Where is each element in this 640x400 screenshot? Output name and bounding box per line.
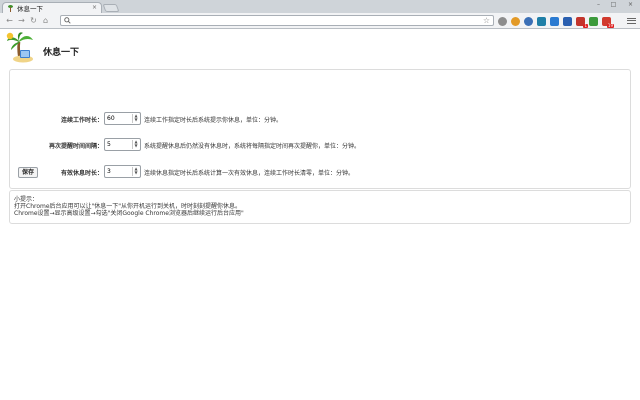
reload-button[interactable]: ↻: [28, 15, 39, 27]
maximize-button[interactable]: □: [606, 0, 621, 9]
puzzle-icon[interactable]: [498, 16, 507, 26]
teal-refresh-icon[interactable]: [537, 16, 546, 26]
rest-duration-input[interactable]: [105, 166, 131, 177]
extension-badge: 19: [606, 22, 614, 28]
green-leaf-icon[interactable]: [589, 16, 598, 26]
work-duration-input[interactable]: [105, 113, 131, 124]
save-button[interactable]: 保存: [18, 167, 39, 178]
tab-close-icon[interactable]: ×: [92, 5, 97, 11]
title-bar: 休息一下 × – □ ×: [0, 0, 640, 13]
forward-button[interactable]: →: [16, 15, 27, 27]
home-button[interactable]: ⌂: [40, 15, 51, 27]
orange-circle-icon[interactable]: [511, 16, 520, 26]
setting-label: 连续工作时长：: [60, 116, 103, 124]
spin-down-icon[interactable]: ▼: [133, 144, 139, 148]
spin-buttons[interactable]: ▲ ▼: [132, 167, 139, 176]
extension-badge: 1: [583, 22, 588, 28]
palm-tree-icon: [7, 4, 14, 12]
settings-panel: 连续工作时长： ▲ ▼ 连续工作指定时长后系统提示你休息，单位：分钟。 再次提醒…: [9, 69, 631, 189]
tips-panel: 小提示： 打开Chrome后台应用可以让"休息一下"从你开机运行到关机，时时刻刻…: [9, 190, 631, 224]
tips-line: 打开Chrome后台应用可以让"休息一下"从你开机运行到关机，时时刻刻提醒你休息…: [14, 203, 242, 210]
tips-title: 小提示：: [14, 196, 39, 203]
blue-box-icon[interactable]: [563, 16, 572, 26]
setting-label: 有效休息时长：: [60, 169, 103, 177]
address-input[interactable]: [71, 16, 471, 25]
setting-description: 连续休息指定时长后系统计算一次有效休息，连续工作时长清零，单位：分钟。: [144, 169, 355, 177]
setting-description: 系统提醒休息后仍然没有休息时，系统将每隔指定时间再次提醒你，单位：分钟。: [144, 142, 361, 150]
window-controls: – □ ×: [591, 0, 640, 10]
close-window-button[interactable]: ×: [621, 0, 640, 9]
palm-tree-icon: [6, 32, 33, 63]
remind-interval-input[interactable]: [105, 139, 131, 150]
extension-area: 1 19: [498, 15, 615, 28]
back-button[interactable]: ←: [4, 15, 15, 27]
work-duration-stepper[interactable]: ▲ ▼: [104, 112, 141, 125]
blue-globe-icon[interactable]: [524, 16, 533, 26]
spin-buttons[interactable]: ▲ ▼: [132, 114, 139, 123]
search-icon: [64, 17, 71, 24]
blue-arrow-icon[interactable]: [550, 16, 559, 26]
bookmark-star-icon[interactable]: ☆: [483, 16, 490, 26]
setting-description: 连续工作指定时长后系统提示你休息，单位：分钟。: [144, 116, 283, 124]
browser-toolbar: ← → ↻ ⌂ ☆ 1 19: [0, 13, 640, 29]
minimize-button[interactable]: –: [591, 0, 606, 9]
red-calendar-icon[interactable]: 19: [602, 16, 614, 28]
page-content: 休息一下 连续工作时长： ▲ ▼ 连续工作指定时长后系统提示你休息，单位：分钟。…: [0, 30, 640, 400]
setting-row-rest-duration: 有效休息时长： ▲ ▼ 连续休息指定时长后系统计算一次有效休息，连续工作时长清零…: [10, 165, 632, 179]
menu-icon[interactable]: [627, 16, 636, 25]
setting-row-work-duration: 连续工作时长： ▲ ▼ 连续工作指定时长后系统提示你休息，单位：分钟。: [10, 112, 632, 126]
tab-title: 休息一下: [17, 5, 43, 13]
setting-row-remind-interval: 再次提醒时间间隔： ▲ ▼ 系统提醒休息后仍然没有休息时，系统将每隔指定时间再次…: [10, 138, 632, 152]
spin-down-icon[interactable]: ▼: [133, 171, 139, 175]
page-title: 休息一下: [43, 48, 80, 58]
setting-label: 再次提醒时间间隔：: [48, 142, 103, 150]
rest-duration-stepper[interactable]: ▲ ▼: [104, 165, 141, 178]
browser-tab[interactable]: 休息一下 ×: [2, 2, 102, 13]
red-book-icon[interactable]: 1: [576, 16, 588, 28]
new-tab-button[interactable]: [102, 4, 120, 12]
tips-line: Chrome设置→显示高级设置→勾选"关闭Google Chrome浏览器后继续…: [14, 210, 244, 217]
address-bar[interactable]: ☆: [60, 15, 494, 26]
spin-buttons[interactable]: ▲ ▼: [132, 140, 139, 149]
remind-interval-stepper[interactable]: ▲ ▼: [104, 138, 141, 151]
spin-down-icon[interactable]: ▼: [133, 118, 139, 122]
